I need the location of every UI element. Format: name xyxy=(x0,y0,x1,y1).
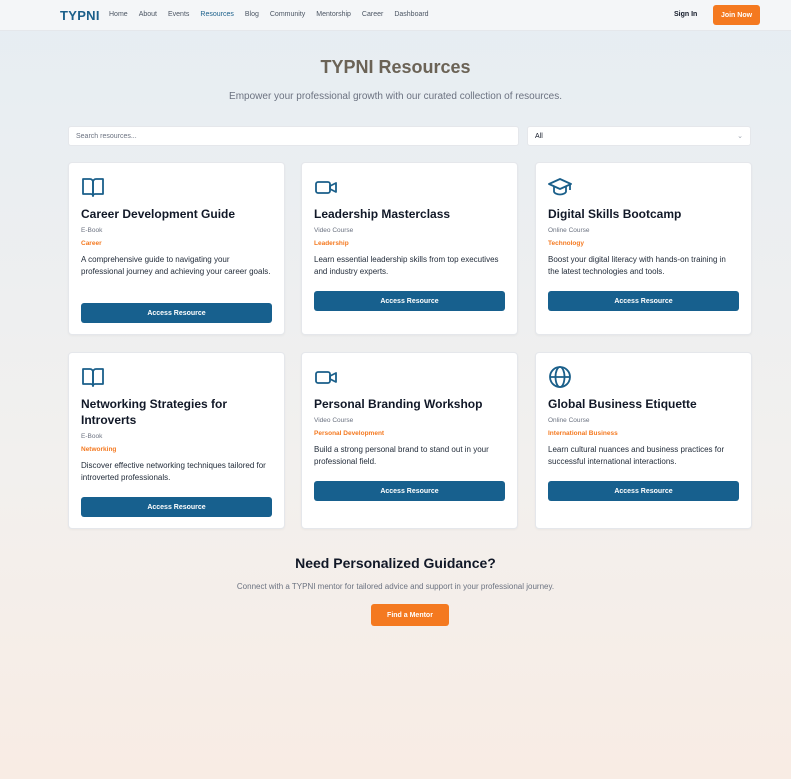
nav-link-blog[interactable]: Blog xyxy=(245,11,259,18)
card-title: Digital Skills Bootcamp xyxy=(548,207,682,221)
page-title: TYPNI Resources xyxy=(320,57,471,77)
graduation-cap-icon xyxy=(548,176,572,198)
find-mentor-button[interactable]: Find a Mentor xyxy=(371,604,449,626)
nav-link-resources[interactable]: Resources xyxy=(200,11,233,18)
card-type: E-Book xyxy=(81,227,103,234)
card-description: Boost your digital literacy with hands-o… xyxy=(548,255,726,276)
card-category: Technology xyxy=(548,240,584,247)
video-icon xyxy=(314,366,338,388)
access-resource-button[interactable]: Access Resource xyxy=(548,481,739,501)
resource-card: Networking Strategies for Introverts E-B… xyxy=(68,352,285,529)
sign-in-link[interactable]: Sign In xyxy=(674,11,697,18)
guidance-title: Need Personalized Guidance? xyxy=(295,555,496,571)
resource-card: Global Business Etiquette Online Course … xyxy=(535,352,752,529)
card-category: Leadership xyxy=(314,240,349,247)
resource-card: Career Development Guide E-Book Career A… xyxy=(68,162,285,335)
resource-card: Personal Branding Workshop Video Course … xyxy=(301,352,518,529)
book-open-icon xyxy=(81,366,105,388)
card-description: A comprehensive guide to navigating your… xyxy=(81,255,271,276)
video-icon xyxy=(314,176,338,198)
card-category: Career xyxy=(81,240,102,247)
card-title: Global Business Etiquette xyxy=(548,397,697,411)
book-open-icon xyxy=(81,176,105,198)
nav-link-events[interactable]: Events xyxy=(168,11,189,18)
nav-links: Home About Events Resources Blog Communi… xyxy=(109,11,440,18)
card-title: Networking Strategies for Introverts xyxy=(81,397,228,427)
top-nav: TYPNI Home About Events Resources Blog C… xyxy=(0,0,791,31)
guidance-subtitle: Connect with a TYPNI mentor for tailored… xyxy=(236,582,555,591)
access-resource-button[interactable]: Access Resource xyxy=(314,291,505,311)
nav-link-mentorship[interactable]: Mentorship xyxy=(316,11,351,18)
card-title: Personal Branding Workshop xyxy=(314,397,483,411)
page-subtitle: Empower your professional growth with ou… xyxy=(229,91,562,102)
category-filter-select[interactable]: All ⌄ xyxy=(527,126,751,146)
search-placeholder: Search resources... xyxy=(76,132,137,140)
card-category: Networking xyxy=(81,446,117,453)
resource-card: Leadership Masterclass Video Course Lead… xyxy=(301,162,518,335)
join-now-button[interactable]: Join Now xyxy=(713,5,760,25)
card-type: E-Book xyxy=(81,433,103,440)
card-title: Career Development Guide xyxy=(81,207,236,221)
search-input[interactable]: Search resources... xyxy=(68,126,519,146)
filter-selected-value: All xyxy=(535,132,543,140)
access-resource-button[interactable]: Access Resource xyxy=(81,303,272,323)
card-type: Online Course xyxy=(548,417,590,424)
resource-card: Digital Skills Bootcamp Online Course Te… xyxy=(535,162,752,335)
nav-link-career[interactable]: Career xyxy=(362,11,383,18)
globe-icon xyxy=(548,366,572,388)
chevron-down-icon: ⌄ xyxy=(737,133,743,140)
access-resource-button[interactable]: Access Resource xyxy=(548,291,739,311)
card-description: Build a strong personal brand to stand o… xyxy=(314,445,489,466)
nav-link-about[interactable]: About xyxy=(139,11,157,18)
card-description: Learn essential leadership skills from t… xyxy=(314,255,499,276)
nav-link-home[interactable]: Home xyxy=(109,11,128,18)
card-description: Discover effective networking techniques… xyxy=(81,461,266,482)
access-resource-button[interactable]: Access Resource xyxy=(314,481,505,501)
access-resource-button[interactable]: Access Resource xyxy=(81,497,272,517)
card-type: Video Course xyxy=(314,227,354,234)
card-title: Leadership Masterclass xyxy=(314,207,451,221)
nav-link-community[interactable]: Community xyxy=(270,11,305,18)
nav-link-dashboard[interactable]: Dashboard xyxy=(394,11,428,18)
card-category: Personal Development xyxy=(314,430,385,437)
card-type: Video Course xyxy=(314,417,354,424)
card-type: Online Course xyxy=(548,227,590,234)
logo[interactable]: TYPNI xyxy=(60,8,100,23)
card-category: International Business xyxy=(548,430,618,437)
card-description: Learn cultural nuances and business prac… xyxy=(548,445,725,466)
